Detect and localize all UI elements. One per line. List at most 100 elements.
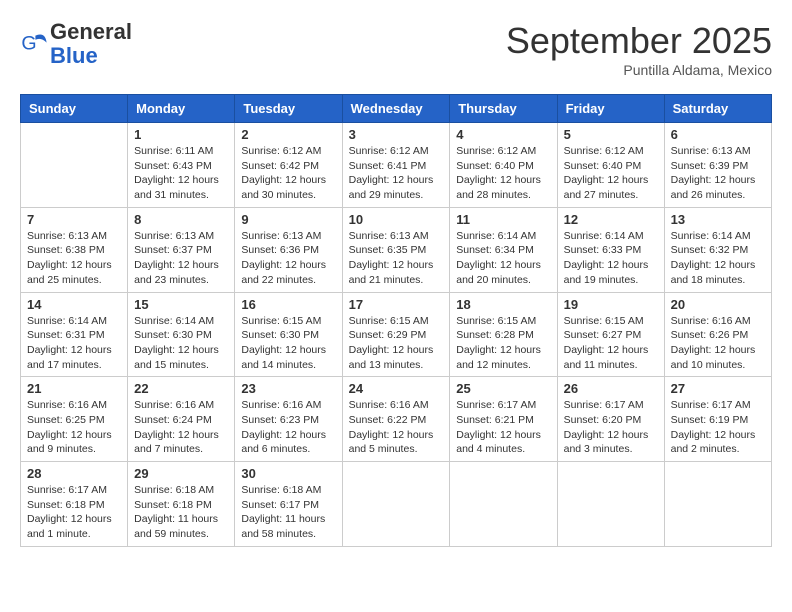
calendar-cell: 14 Sunrise: 6:14 AM Sunset: 6:31 PM Dayli… bbox=[21, 292, 128, 377]
day-info: Sunrise: 6:14 AM Sunset: 6:30 PM Dayligh… bbox=[134, 314, 228, 373]
day-info: Sunrise: 6:17 AM Sunset: 6:18 PM Dayligh… bbox=[27, 483, 121, 542]
day-number: 28 bbox=[27, 466, 121, 481]
calendar-cell: 19Sunrise: 6:15 AM Sunset: 6:27 PM Dayli… bbox=[557, 292, 664, 377]
day-number: 12 bbox=[564, 212, 658, 227]
day-info: Sunrise: 6:16 AM Sunset: 6:22 PM Dayligh… bbox=[349, 398, 444, 457]
day-info: Sunrise: 6:13 AM Sunset: 6:36 PM Dayligh… bbox=[241, 229, 335, 288]
day-number: 17 bbox=[349, 297, 444, 312]
logo-blue-text: Blue bbox=[50, 43, 98, 68]
calendar-cell bbox=[21, 123, 128, 208]
day-info: Sunrise: 6:12 AM Sunset: 6:41 PM Dayligh… bbox=[349, 144, 444, 203]
day-info: Sunrise: 6:16 AM Sunset: 6:24 PM Dayligh… bbox=[134, 398, 228, 457]
day-info: Sunrise: 6:14 AM Sunset: 6:31 PM Dayligh… bbox=[27, 314, 121, 373]
calendar-cell: 4 Sunrise: 6:12 AM Sunset: 6:40 PM Daylig… bbox=[450, 123, 557, 208]
day-info: Sunrise: 6:15 AM Sunset: 6:28 PM Dayligh… bbox=[456, 314, 550, 373]
day-number: 6 bbox=[671, 127, 765, 142]
calendar-cell: 2 Sunrise: 6:12 AM Sunset: 6:42 PM Daylig… bbox=[235, 123, 342, 208]
day-number: 21 bbox=[27, 381, 121, 396]
calendar-cell: 11 Sunrise: 6:14 AM Sunset: 6:34 PM Dayli… bbox=[450, 207, 557, 292]
day-number: 16 bbox=[241, 297, 335, 312]
calendar-cell: 18Sunrise: 6:15 AM Sunset: 6:28 PM Dayli… bbox=[450, 292, 557, 377]
month-title: September 2025 bbox=[506, 20, 772, 62]
calendar-cell bbox=[664, 462, 771, 547]
day-number: 3 bbox=[349, 127, 444, 142]
logo-general-text: General bbox=[50, 19, 132, 44]
calendar-cell: 1 Sunrise: 6:11 AM Sunset: 6:43 PM Daylig… bbox=[128, 123, 235, 208]
day-number: 29 bbox=[134, 466, 228, 481]
logo-icon: G bbox=[20, 30, 48, 58]
day-info: Sunrise: 6:13 AM Sunset: 6:38 PM Dayligh… bbox=[27, 229, 121, 288]
day-info: Sunrise: 6:12 AM Sunset: 6:40 PM Dayligh… bbox=[564, 144, 658, 203]
calendar-week-5: 28 Sunrise: 6:17 AM Sunset: 6:18 PM Dayli… bbox=[21, 462, 772, 547]
day-info: Sunrise: 6:15 AM Sunset: 6:29 PM Dayligh… bbox=[349, 314, 444, 373]
calendar-cell: 15 Sunrise: 6:14 AM Sunset: 6:30 PM Dayli… bbox=[128, 292, 235, 377]
page-header: G General Blue September 2025 Puntilla A… bbox=[20, 20, 772, 78]
day-info: Sunrise: 6:16 AM Sunset: 6:23 PM Dayligh… bbox=[241, 398, 335, 457]
day-info: Sunrise: 6:14 AM Sunset: 6:34 PM Dayligh… bbox=[456, 229, 550, 288]
day-info: Sunrise: 6:16 AM Sunset: 6:26 PM Dayligh… bbox=[671, 314, 765, 373]
calendar-cell bbox=[450, 462, 557, 547]
day-header-tuesday: Tuesday bbox=[235, 95, 342, 123]
calendar-cell: 6 Sunrise: 6:13 AM Sunset: 6:39 PM Daylig… bbox=[664, 123, 771, 208]
day-number: 9 bbox=[241, 212, 335, 227]
day-header-friday: Friday bbox=[557, 95, 664, 123]
day-number: 30 bbox=[241, 466, 335, 481]
day-header-wednesday: Wednesday bbox=[342, 95, 450, 123]
day-header-sunday: Sunday bbox=[21, 95, 128, 123]
calendar-week-1: 1 Sunrise: 6:11 AM Sunset: 6:43 PM Daylig… bbox=[21, 123, 772, 208]
calendar-cell: 27Sunrise: 6:17 AM Sunset: 6:19 PM Dayli… bbox=[664, 377, 771, 462]
calendar-cell: 25 Sunrise: 6:17 AM Sunset: 6:21 PM Dayli… bbox=[450, 377, 557, 462]
calendar-week-4: 21 Sunrise: 6:16 AM Sunset: 6:25 PM Dayli… bbox=[21, 377, 772, 462]
day-info: Sunrise: 6:13 AM Sunset: 6:37 PM Dayligh… bbox=[134, 229, 228, 288]
day-number: 24 bbox=[349, 381, 444, 396]
calendar-cell: 5 Sunrise: 6:12 AM Sunset: 6:40 PM Daylig… bbox=[557, 123, 664, 208]
calendar-cell bbox=[557, 462, 664, 547]
calendar-cell: 3 Sunrise: 6:12 AM Sunset: 6:41 PM Daylig… bbox=[342, 123, 450, 208]
day-info: Sunrise: 6:16 AM Sunset: 6:25 PM Dayligh… bbox=[27, 398, 121, 457]
calendar-table: SundayMondayTuesdayWednesdayThursdayFrid… bbox=[20, 94, 772, 547]
calendar-cell: 28 Sunrise: 6:17 AM Sunset: 6:18 PM Dayli… bbox=[21, 462, 128, 547]
day-header-thursday: Thursday bbox=[450, 95, 557, 123]
day-number: 2 bbox=[241, 127, 335, 142]
day-number: 15 bbox=[134, 297, 228, 312]
day-number: 26 bbox=[564, 381, 658, 396]
day-info: Sunrise: 6:13 AM Sunset: 6:39 PM Dayligh… bbox=[671, 144, 765, 203]
day-number: 8 bbox=[134, 212, 228, 227]
day-number: 11 bbox=[456, 212, 550, 227]
day-number: 10 bbox=[349, 212, 444, 227]
day-number: 7 bbox=[27, 212, 121, 227]
day-info: Sunrise: 6:14 AM Sunset: 6:32 PM Dayligh… bbox=[671, 229, 765, 288]
day-info: Sunrise: 6:12 AM Sunset: 6:42 PM Dayligh… bbox=[241, 144, 335, 203]
day-number: 22 bbox=[134, 381, 228, 396]
day-number: 14 bbox=[27, 297, 121, 312]
day-number: 5 bbox=[564, 127, 658, 142]
calendar-cell: 10 Sunrise: 6:13 AM Sunset: 6:35 PM Dayli… bbox=[342, 207, 450, 292]
day-header-monday: Monday bbox=[128, 95, 235, 123]
day-number: 23 bbox=[241, 381, 335, 396]
day-number: 4 bbox=[456, 127, 550, 142]
day-info: Sunrise: 6:18 AM Sunset: 6:18 PM Dayligh… bbox=[134, 483, 228, 542]
day-info: Sunrise: 6:17 AM Sunset: 6:19 PM Dayligh… bbox=[671, 398, 765, 457]
calendar-cell: 20 Sunrise: 6:16 AM Sunset: 6:26 PM Dayli… bbox=[664, 292, 771, 377]
calendar-cell: 24 Sunrise: 6:16 AM Sunset: 6:22 PM Dayli… bbox=[342, 377, 450, 462]
calendar-cell bbox=[342, 462, 450, 547]
calendar-cell: 13 Sunrise: 6:14 AM Sunset: 6:32 PM Dayli… bbox=[664, 207, 771, 292]
day-number: 20 bbox=[671, 297, 765, 312]
calendar-cell: 30 Sunrise: 6:18 AM Sunset: 6:17 PM Dayli… bbox=[235, 462, 342, 547]
day-number: 25 bbox=[456, 381, 550, 396]
day-info: Sunrise: 6:13 AM Sunset: 6:35 PM Dayligh… bbox=[349, 229, 444, 288]
day-info: Sunrise: 6:17 AM Sunset: 6:20 PM Dayligh… bbox=[564, 398, 658, 457]
day-info: Sunrise: 6:18 AM Sunset: 6:17 PM Dayligh… bbox=[241, 483, 335, 542]
day-info: Sunrise: 6:11 AM Sunset: 6:43 PM Dayligh… bbox=[134, 144, 228, 203]
day-info: Sunrise: 6:17 AM Sunset: 6:21 PM Dayligh… bbox=[456, 398, 550, 457]
svg-text:G: G bbox=[21, 33, 36, 55]
day-number: 1 bbox=[134, 127, 228, 142]
day-info: Sunrise: 6:12 AM Sunset: 6:40 PM Dayligh… bbox=[456, 144, 550, 203]
calendar-cell: 22 Sunrise: 6:16 AM Sunset: 6:24 PM Dayli… bbox=[128, 377, 235, 462]
logo: G General Blue bbox=[20, 20, 132, 68]
calendar-cell: 17 Sunrise: 6:15 AM Sunset: 6:29 PM Dayli… bbox=[342, 292, 450, 377]
day-number: 13 bbox=[671, 212, 765, 227]
calendar-cell: 21 Sunrise: 6:16 AM Sunset: 6:25 PM Dayli… bbox=[21, 377, 128, 462]
calendar-week-3: 14 Sunrise: 6:14 AM Sunset: 6:31 PM Dayli… bbox=[21, 292, 772, 377]
calendar-cell: 9 Sunrise: 6:13 AM Sunset: 6:36 PM Daylig… bbox=[235, 207, 342, 292]
